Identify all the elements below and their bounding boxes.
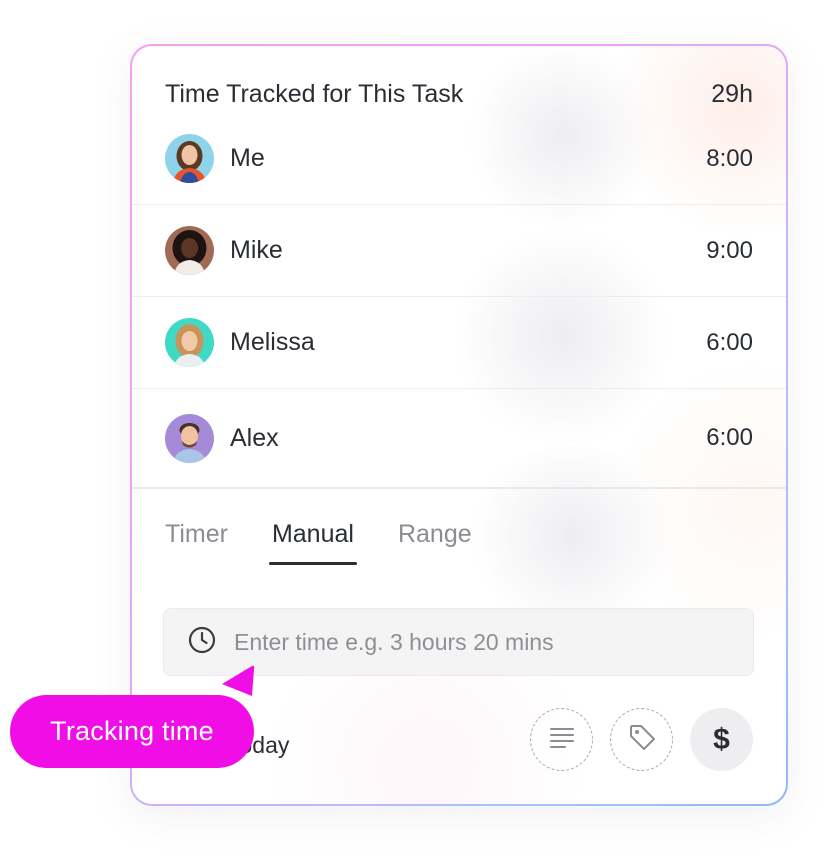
avatar [165, 134, 214, 183]
user-time: 6:00 [706, 424, 753, 451]
user-row[interactable]: Me 8:00 [132, 113, 786, 205]
notes-button[interactable] [530, 708, 593, 771]
user-time: 9:00 [706, 236, 753, 264]
user-name: Mike [230, 236, 283, 264]
avatar [165, 226, 214, 275]
avatar [165, 318, 214, 367]
tooltip-label: Tracking time [50, 716, 214, 746]
tracking-time-tooltip: Tracking time [10, 695, 254, 768]
tag-icon [627, 722, 657, 757]
time-input[interactable] [232, 627, 716, 657]
user-row[interactable]: Mike 9:00 [132, 205, 786, 297]
user-row[interactable]: Alex 6:00 [132, 389, 786, 489]
panel-title: Time Tracked for This Task [165, 79, 464, 108]
tab-range[interactable]: Range [398, 520, 472, 549]
user-name: Melissa [230, 328, 315, 356]
dollar-icon: $ [713, 722, 730, 756]
user-name: Me [230, 144, 265, 172]
user-time: 6:00 [706, 328, 753, 356]
tab-timer[interactable]: Timer [165, 520, 228, 549]
user-row[interactable]: Melissa 6:00 [132, 297, 786, 389]
user-time: 8:00 [706, 144, 753, 172]
tags-button[interactable] [610, 708, 673, 771]
total-time: 29h [711, 79, 753, 108]
clock-icon [188, 626, 216, 659]
panel-header: Time Tracked for This Task 29h [165, 76, 753, 112]
billable-button[interactable]: $ [690, 708, 753, 771]
entry-mode-tabs: Timer Manual Range [165, 520, 472, 565]
notes-icon [548, 725, 576, 754]
tab-manual[interactable]: Manual [268, 520, 357, 565]
avatar [165, 413, 214, 463]
user-name: Alex [230, 423, 279, 452]
tooltip-pointer [222, 665, 255, 696]
